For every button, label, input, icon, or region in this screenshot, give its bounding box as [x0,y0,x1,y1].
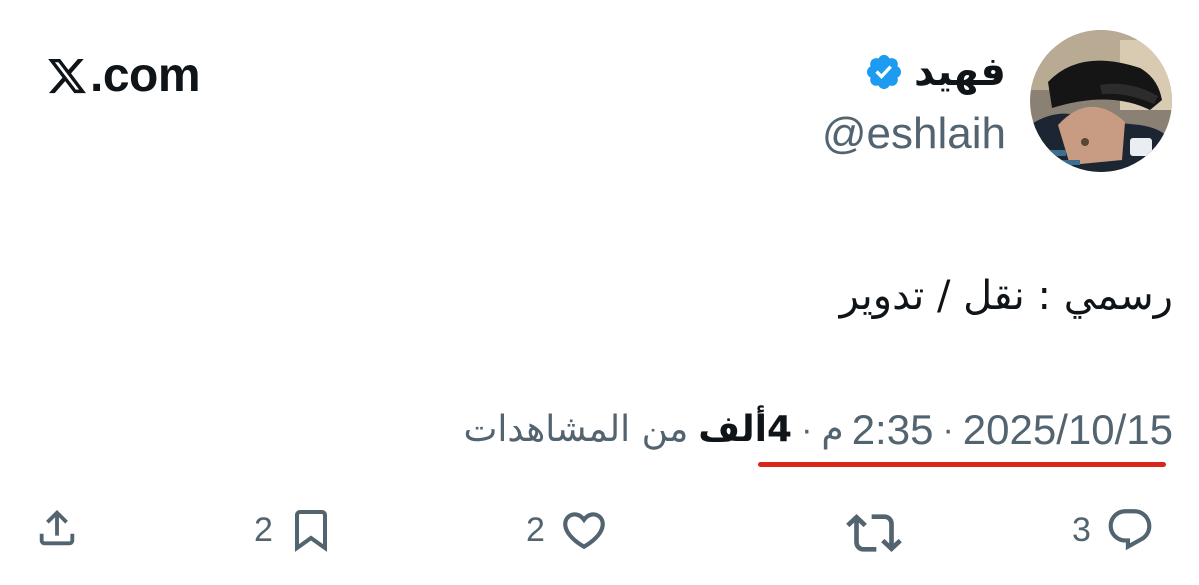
author-display-name: فهيد [913,49,1006,95]
tweet-time[interactable]: 2:35 [852,402,934,458]
bookmark-icon [294,510,327,552]
reply-button[interactable]: 3 [1072,505,1155,555]
avatar-image [1030,30,1172,172]
share-button[interactable] [34,505,80,551]
tweet-date[interactable]: 2025/10/15 [963,402,1173,458]
verified-badge-icon [866,54,902,90]
tweet-meta: من المشاهدات 4ألف · م 2:35 · 2025/10/15 [464,402,1174,458]
views-label: من المشاهدات [463,409,689,450]
like-icon [563,512,605,550]
x-logo-icon [48,58,86,94]
reply-count: 3 [1072,511,1091,549]
x-brand[interactable]: .com [46,46,201,106]
time-period: م [821,409,844,450]
author-handle[interactable]: @eshlaih [822,106,1006,162]
like-count: 2 [526,511,545,549]
meta-separator: · [801,411,813,449]
author-name-row[interactable]: فهيد [864,44,1006,100]
share-icon [39,509,75,546]
avatar[interactable] [1030,30,1172,172]
views-count[interactable]: 4ألف [698,402,792,458]
site-name: .com [90,49,201,102]
like-button[interactable]: 2 [526,505,609,555]
tweet-text: رسمي : نقل / تدوير [839,273,1173,319]
bookmark-count: 2 [254,511,273,549]
bookmark-button[interactable]: 2 [254,505,335,555]
repost-icon [846,514,902,552]
repost-button[interactable] [846,505,902,561]
reply-icon [1108,509,1152,551]
meta-separator: · [942,411,954,449]
highlight-underline [758,462,1166,467]
